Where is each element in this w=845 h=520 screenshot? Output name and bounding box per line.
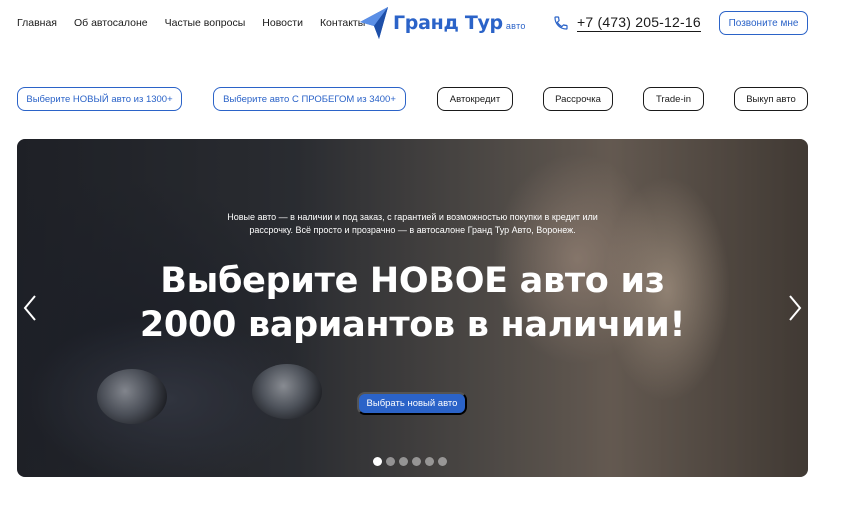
logo-suffix: авто (505, 21, 526, 31)
installment-button[interactable]: Рассрочка (543, 87, 613, 111)
car-loan-button[interactable]: Автокредит (437, 87, 513, 111)
choose-new-car-button[interactable]: Выбрать новый авто (357, 392, 467, 415)
chevron-right-icon (789, 295, 802, 321)
phone-icon (554, 16, 568, 30)
nav-item-faq[interactable]: Частые вопросы (165, 16, 246, 30)
hero-slider: Новые авто — в наличии и под заказ, с га… (17, 139, 808, 477)
chevron-left-icon (23, 295, 36, 321)
used-cars-button[interactable]: Выберите авто С ПРОБЕГОМ из 3400+ (213, 87, 406, 111)
call-me-button[interactable]: Позвоните мне (719, 11, 808, 35)
site-logo[interactable]: Гранд Тур авто (359, 6, 526, 40)
slider-dot-3[interactable] (399, 457, 408, 466)
logo-star-icon (360, 7, 388, 39)
nav-item-news[interactable]: Новости (262, 16, 303, 30)
phone-number[interactable]: +7 (473) 205-12-16 (577, 14, 701, 32)
slider-dots (373, 457, 447, 466)
hero-title-line-1: Выберите НОВОЕ авто из (160, 261, 665, 301)
slider-dot-6[interactable] (438, 457, 447, 466)
slider-prev-arrow[interactable] (20, 294, 40, 322)
slider-dot-2[interactable] (386, 457, 395, 466)
slider-next-arrow[interactable] (785, 294, 805, 322)
trade-in-button[interactable]: Trade-in (643, 87, 704, 111)
slider-dot-1[interactable] (373, 457, 382, 466)
phone-block[interactable]: +7 (473) 205-12-16 (553, 14, 701, 32)
slider-dot-4[interactable] (412, 457, 421, 466)
nav-item-about[interactable]: Об автосалоне (74, 16, 148, 30)
hero-title: Выберите НОВОЕ авто из 2000 вариантов в … (97, 259, 728, 347)
hero-subtitle: Новые авто — в наличии и под заказ, с га… (227, 212, 598, 235)
nav-item-home[interactable]: Главная (17, 16, 57, 30)
hero-title-line-2: 2000 вариантов в наличии! (139, 305, 686, 345)
main-nav: Главная Об автосалоне Частые вопросы Нов… (17, 16, 382, 30)
logo-name: Гранд Тур (393, 12, 503, 34)
new-cars-button[interactable]: Выберите НОВЫЙ авто из 1300+ (17, 87, 182, 111)
car-buyout-button[interactable]: Выкуп авто (734, 87, 808, 111)
slider-dot-5[interactable] (425, 457, 434, 466)
